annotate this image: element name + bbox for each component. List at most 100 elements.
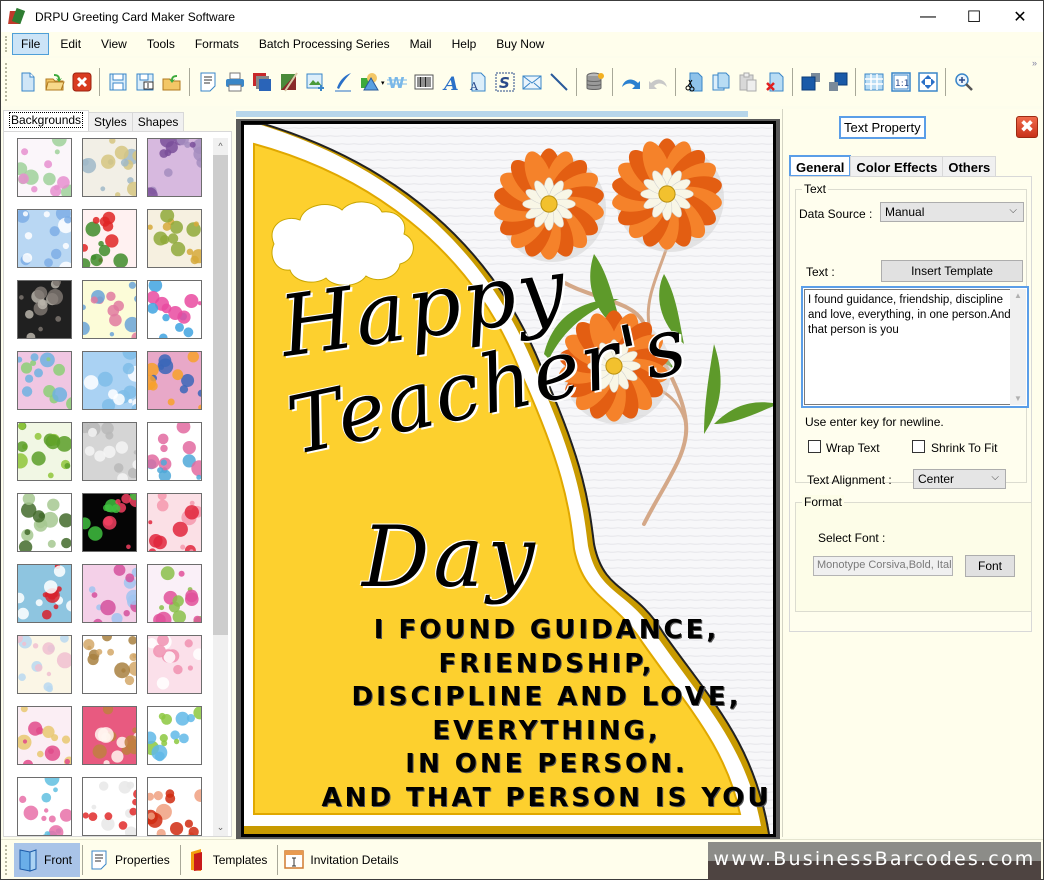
close-panel-button[interactable]: ✖ (1016, 116, 1038, 138)
maximize-button[interactable]: ☐ (951, 1, 997, 32)
background-thumbnail-pink-dress[interactable] (147, 635, 202, 694)
background-thumbnail-pink-hearts-butterflies[interactable] (17, 706, 72, 765)
wrap-text-label[interactable]: Wrap Text (826, 441, 880, 455)
bring-front-button[interactable] (800, 71, 822, 93)
close-file-button[interactable] (71, 71, 93, 93)
background-thumbnail-grey-roses[interactable] (17, 280, 72, 339)
front-button[interactable]: Front (14, 842, 81, 877)
export-button[interactable] (161, 71, 183, 93)
background-thumbnail-heart-teddy[interactable] (82, 706, 137, 765)
insert-template-button[interactable]: Insert Template (881, 260, 1023, 282)
greeting-card[interactable]: Happy Teacher's Day I FOUND GUIDANCE, FR… (241, 121, 776, 837)
text-input-scrollbar[interactable]: ▲ ▼ (1010, 289, 1026, 405)
background-thumbnail-blue-sky-clouds[interactable] (17, 209, 72, 268)
undo-button[interactable] (620, 71, 642, 93)
background-thumbnail-easter-bunnies[interactable] (147, 706, 202, 765)
background-thumbnail-pink-bubbles[interactable] (82, 564, 137, 623)
background-thumbnail-strawberries[interactable] (82, 209, 137, 268)
tab-others[interactable]: Others (942, 156, 997, 177)
mail-button[interactable] (521, 71, 543, 93)
background-thumbnail-red-flower[interactable] (147, 777, 202, 836)
background-thumbnail-baby-toys[interactable] (82, 138, 137, 197)
background-thumbnail-pastel-stripes[interactable] (17, 635, 72, 694)
paste-button[interactable] (737, 71, 759, 93)
delete-button[interactable] (764, 71, 786, 93)
background-thumbnail-snowflakes[interactable] (82, 351, 137, 410)
background-thumbnail-red-hearts[interactable] (147, 493, 202, 552)
line-button[interactable] (548, 71, 570, 93)
text-input[interactable]: I found guidance, friendship, discipline… (801, 286, 1029, 408)
background-thumbnail-tiny-flowers[interactable] (82, 280, 137, 339)
text-alignment-select[interactable]: Center ⌵ (913, 469, 1006, 489)
tab-color-effects[interactable]: Color Effects (850, 156, 944, 177)
background-thumbnail-autumn-leaves[interactable] (147, 209, 202, 268)
new-button[interactable] (17, 71, 39, 93)
pen-button[interactable] (332, 71, 354, 93)
close-window-button[interactable]: ✕ (997, 1, 1043, 32)
background-thumbnail-floral-circles[interactable] (17, 351, 72, 410)
background-thumbnail-hearts-ribbons[interactable] (82, 777, 137, 836)
actual-size-button[interactable]: 1:1 (890, 71, 912, 93)
menu-mail[interactable]: Mail (401, 33, 441, 55)
templates-button[interactable]: Templates (183, 843, 276, 877)
cut-button[interactable] (683, 71, 705, 93)
shrink-to-fit-label[interactable]: Shrink To Fit (931, 441, 997, 455)
open-button[interactable] (44, 71, 66, 93)
invitation-details-button[interactable]: Invitation Details (280, 843, 406, 877)
database-button[interactable] (584, 71, 606, 93)
wrap-text-checkbox[interactable] (808, 440, 821, 453)
background-button[interactable] (251, 71, 273, 93)
background-thumbnail-white-heart[interactable] (82, 422, 137, 481)
tab-shapes[interactable]: Shapes (131, 112, 185, 131)
menu-buy-now[interactable]: Buy Now (487, 33, 553, 55)
signature-button[interactable]: S (494, 71, 516, 93)
text-box-button[interactable]: A (467, 71, 489, 93)
send-back-button[interactable] (827, 71, 849, 93)
background-thumbnail-mandala-circles[interactable] (147, 351, 202, 410)
font-button[interactable]: Font (965, 555, 1015, 577)
background-thumbnail-fireworks[interactable] (82, 493, 137, 552)
properties-button[interactable] (197, 71, 219, 93)
menu-tools[interactable]: Tools (138, 33, 184, 55)
menu-batch-processing[interactable]: Batch Processing Series (250, 33, 399, 55)
redo-button[interactable] (647, 71, 669, 93)
barcode-button[interactable] (413, 71, 435, 93)
menu-file[interactable]: File (12, 33, 50, 55)
tab-backgrounds[interactable]: Backgrounds (3, 110, 90, 131)
scroll-up-icon[interactable]: ▲ (1010, 291, 1026, 300)
text-button[interactable]: A (440, 71, 462, 93)
scroll-up-icon[interactable]: ^ (213, 138, 228, 155)
scrollbar-thumb[interactable] (213, 155, 228, 635)
minimize-button[interactable]: — (905, 1, 951, 32)
background-thumbnail-purple-flowers[interactable] (147, 138, 202, 197)
background-thumbnail-kids-rainbow[interactable] (17, 777, 72, 836)
background-thumbnail-baby-shower[interactable] (17, 138, 72, 197)
color-fill-button[interactable] (278, 71, 300, 93)
background-thumbnail-christmas-trees[interactable] (17, 422, 72, 481)
copy-button[interactable] (710, 71, 732, 93)
insert-image-button[interactable] (305, 71, 327, 93)
menu-formats[interactable]: Formats (186, 33, 248, 55)
scroll-down-icon[interactable]: ▼ (1010, 394, 1026, 403)
gallery-scrollbar[interactable]: ^ ⌄ (213, 138, 228, 836)
background-thumbnail-gift-boxes[interactable] (147, 280, 202, 339)
card-title-day[interactable]: Day (362, 508, 539, 606)
background-thumbnail-santa-pattern[interactable] (17, 564, 72, 623)
tab-general[interactable]: General (789, 155, 852, 177)
menu-edit[interactable]: Edit (51, 33, 90, 55)
save-as-button[interactable] (134, 71, 156, 93)
watermark-button[interactable]: W (386, 71, 408, 93)
save-button[interactable] (107, 71, 129, 93)
background-thumbnail-green-ornaments[interactable] (17, 493, 72, 552)
toolbar-overflow-button[interactable]: » (1032, 58, 1037, 68)
zoom-in-button[interactable] (953, 71, 975, 93)
grid-button[interactable] (863, 71, 885, 93)
fit-to-window-button[interactable] (917, 71, 939, 93)
text-input-content[interactable]: I found guidance, friendship, discipline… (804, 289, 1026, 405)
scroll-down-icon[interactable]: ⌄ (213, 819, 228, 836)
menu-view[interactable]: View (92, 33, 136, 55)
data-source-select[interactable]: Manual ⌵ (880, 202, 1024, 222)
properties-tab-button[interactable]: Properties (85, 843, 178, 877)
print-button[interactable] (224, 71, 246, 93)
background-thumbnail-pink-lilies[interactable] (147, 564, 202, 623)
